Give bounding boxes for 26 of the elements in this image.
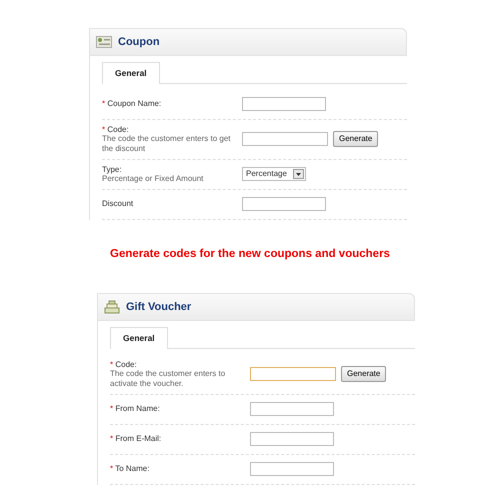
input-field[interactable] <box>242 132 328 146</box>
select-field[interactable]: Percentage <box>242 167 306 182</box>
field-label: * Code: The code the customer enters to activate the voucher. <box>110 360 226 388</box>
input-field[interactable] <box>250 462 334 476</box>
stack-icon <box>104 300 120 314</box>
panel-title: Coupon <box>118 34 160 50</box>
caption-text: Generate codes for the new coupons and vouchers <box>109 246 391 262</box>
field-label: * Coupon Name: <box>102 99 162 110</box>
field-label: * From E-Mail: <box>110 434 162 444</box>
input-field[interactable] <box>250 402 334 416</box>
tab[interactable]: General <box>110 326 168 349</box>
input-field[interactable] <box>250 367 336 382</box>
caret-icon <box>296 172 301 176</box>
tab[interactable]: General <box>102 62 160 84</box>
generate-button[interactable]: Generate <box>341 366 386 382</box>
field-label: * From Name: <box>110 404 161 414</box>
panel-title: Gift Voucher <box>126 300 192 315</box>
field-label: * To Name: <box>110 464 150 474</box>
generate-button[interactable]: Generate <box>333 131 378 148</box>
input-field[interactable] <box>250 432 334 446</box>
input-field[interactable] <box>242 197 326 212</box>
field-label: Type: Percentage or Fixed Amount <box>102 164 204 184</box>
input-field[interactable] <box>242 97 326 112</box>
field-label: * Code: The code the customer enters to get the discount <box>102 124 232 154</box>
field-label: Discount <box>102 199 134 210</box>
card-icon <box>96 36 112 48</box>
